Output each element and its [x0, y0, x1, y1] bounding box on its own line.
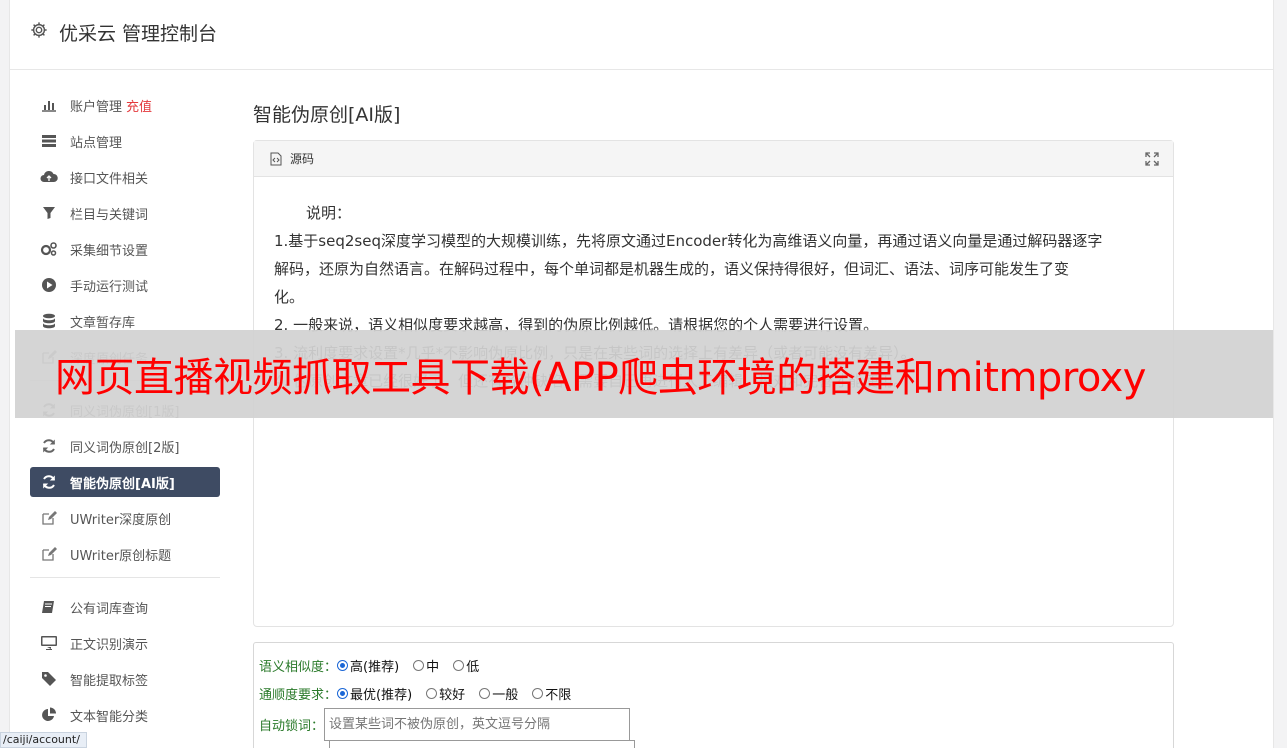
radio-button[interactable] [453, 659, 465, 671]
sidebar-item-label: 栏目与关键词 [70, 207, 149, 223]
sidebar-item[interactable]: 正文识别演示 [30, 628, 220, 658]
sidebar-item-label: UWriter深度原创 [70, 512, 172, 528]
sidebar-item-label: 文本智能分类 [70, 709, 149, 725]
sidebar-item[interactable]: 智能提取标签 [30, 664, 220, 694]
top-bar: 优采云 管理控制台 [10, 0, 1273, 70]
fluency-radio[interactable]: 最优(推荐) [337, 684, 412, 703]
radio-label: 最优(推荐) [350, 687, 413, 703]
server-icon [40, 133, 58, 149]
radio-label: 高(推荐) [350, 659, 400, 675]
sidebar-item-label: 手动运行测试 [70, 279, 149, 295]
cloud-upload-icon [40, 169, 58, 185]
radio-button[interactable] [532, 687, 544, 699]
radio-label: 中 [426, 659, 440, 675]
fluency-radio[interactable]: 较好 [426, 684, 465, 703]
similarity-row: 语义相似度： 高(推荐) 中 低 [259, 651, 1173, 679]
recharge-link[interactable]: 充值 [126, 96, 152, 115]
lock-label: 自动锁词： [259, 718, 325, 734]
editor-line: 说明： [306, 204, 352, 222]
fullscreen-icon[interactable] [1145, 152, 1159, 166]
lock-words-input[interactable] [324, 707, 631, 741]
radio-label: 低 [466, 659, 480, 675]
desktop-icon [40, 635, 58, 651]
sidebar-item-label: 文章暂存库 [70, 315, 136, 331]
sidebar-item[interactable]: 栏目与关键词 [30, 198, 220, 228]
app-title: 优采云 管理控制台 [59, 23, 218, 45]
source-button-label[interactable]: 源码 [290, 150, 314, 167]
book-icon [40, 599, 58, 615]
pie-chart-icon [40, 707, 58, 723]
sidebar-item-label: 同义词伪原创[2版] [70, 440, 180, 456]
sidebar-item[interactable]: 采集细节设置 [30, 234, 220, 264]
sidebar-item-label: 接口文件相关 [70, 171, 149, 187]
overlay-banner: 网页直播视频抓取工具下载(APP爬虫环境的搭建和mitmproxy [15, 330, 1273, 418]
similarity-radio[interactable]: 高(推荐) [337, 656, 399, 675]
radio-button[interactable] [479, 687, 491, 699]
bar-chart-icon [40, 97, 58, 113]
fluency-radio[interactable]: 一般 [479, 684, 518, 703]
radio-button[interactable] [337, 659, 349, 671]
second-input[interactable] [329, 740, 635, 748]
tag-icon [40, 671, 58, 687]
main-content: 智能伪原创[AI版] 源码 说明： 1.基于seq2seq深度学习模型的大规模训练… [253, 100, 1174, 748]
sidebar-item[interactable]: 智能伪原创[AI版] [30, 467, 220, 497]
sidebar-item-label: 站点管理 [70, 135, 123, 151]
play-circle-icon [40, 277, 58, 293]
panel-header: 源码 [254, 141, 1173, 177]
sidebar-item[interactable]: 账户管理 充值 [30, 90, 220, 120]
lock-row: 自动锁词： [259, 707, 1173, 741]
radio-label: 一般 [492, 687, 519, 703]
banner-text: 网页直播视频抓取工具下载(APP爬虫环境的搭建和mitmproxy [55, 355, 1146, 401]
sidebar-item[interactable]: UWriter原创标题 [30, 539, 220, 569]
sidebar-item[interactable]: 文本智能分类 [30, 700, 220, 730]
gear-icon [31, 22, 47, 38]
sidebar-item-label: 采集细节设置 [70, 243, 149, 259]
editor-line: 解码，还原为自然语言。在解码过程中，每个单词都是机器生成的，语义保持得很好，但词… [274, 260, 1070, 278]
sidebar-item-label: 账户管理 [70, 99, 123, 115]
fluency-label: 通顺度要求： [259, 687, 338, 703]
sidebar-item[interactable]: 站点管理 [30, 126, 220, 156]
radio-button[interactable] [426, 687, 438, 699]
sidebar-divider [30, 577, 220, 578]
sidebar-item-label: 公有词库查询 [70, 601, 149, 617]
edit-icon [40, 546, 58, 562]
sidebar-item[interactable]: 同义词伪原创[2版] [30, 431, 220, 461]
sidebar-item[interactable]: 接口文件相关 [30, 162, 220, 192]
similarity-radio[interactable]: 中 [413, 656, 439, 675]
refresh-icon [40, 474, 58, 490]
gears-icon [40, 241, 58, 257]
radio-label: 不限 [545, 687, 572, 703]
sidebar-item-label: 智能伪原创[AI版] [70, 476, 175, 492]
sidebar-item[interactable]: 公有词库查询 [30, 592, 220, 622]
similarity-label: 语义相似度： [259, 659, 338, 675]
sidebar-item-label: 正文识别演示 [70, 637, 149, 653]
radio-label: 较好 [439, 687, 466, 703]
radio-button[interactable] [337, 687, 349, 699]
sidebar-item-label: UWriter原创标题 [70, 548, 172, 564]
page-title: 智能伪原创[AI版] [253, 104, 401, 126]
source-code-icon[interactable] [270, 152, 282, 166]
sidebar-item[interactable]: 手动运行测试 [30, 270, 220, 300]
refresh-icon [40, 438, 58, 454]
fluency-radio[interactable]: 不限 [532, 684, 571, 703]
database-icon [40, 313, 58, 329]
sidebar-item[interactable]: UWriter深度原创 [30, 503, 220, 533]
sidebar-item-label: 智能提取标签 [70, 673, 149, 689]
edit-icon [40, 510, 58, 526]
editor-line: 1.基于seq2seq深度学习模型的大规模训练，先将原文通过Encoder转化为… [274, 232, 1103, 250]
fluency-row: 通顺度要求： 最优(推荐) 较好 一般 不限 [259, 679, 1173, 707]
similarity-radio[interactable]: 低 [453, 656, 479, 675]
status-url: /caiji/account/ [0, 732, 87, 748]
radio-button[interactable] [413, 659, 425, 671]
filter-icon [40, 205, 58, 221]
editor-line: 化。 [274, 288, 305, 306]
options-form: 语义相似度： 高(推荐) 中 低 通顺度要求： 最优(推荐) 较好 一般 不限 自动锁词： [253, 642, 1174, 748]
